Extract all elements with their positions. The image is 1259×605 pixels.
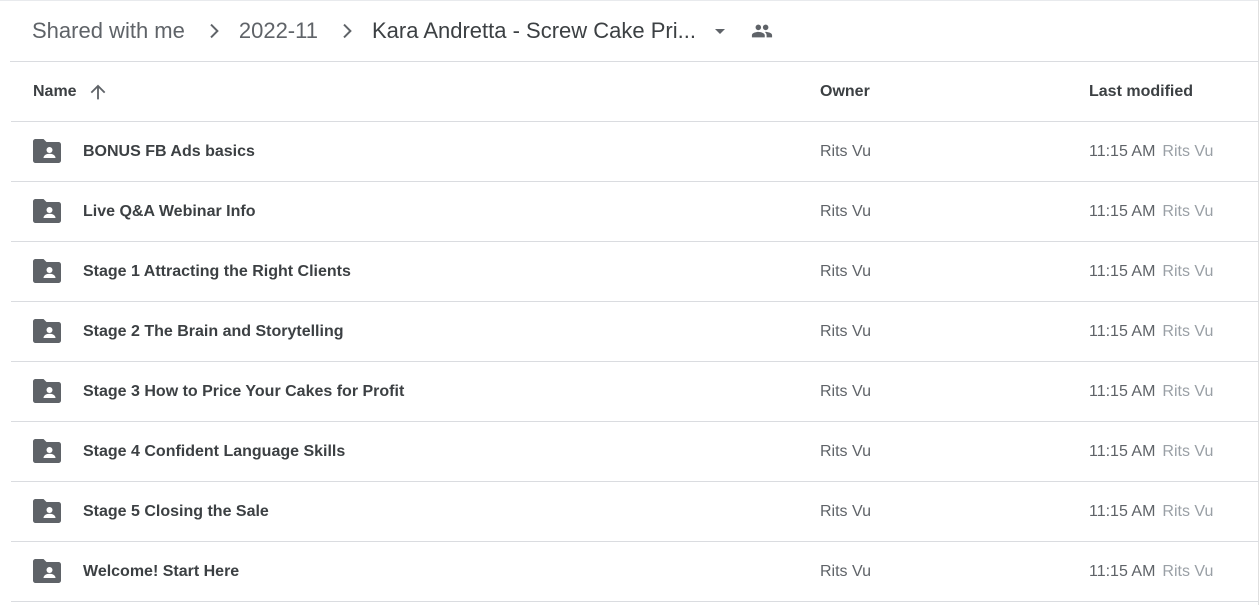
modified-by: Rits Vu	[1162, 142, 1214, 160]
file-owner: Rits Vu	[820, 442, 871, 460]
shared-folder-icon	[33, 559, 61, 583]
file-name: Stage 1 Attracting the Right Clients	[83, 262, 351, 280]
chevron-right-icon	[334, 19, 358, 43]
modified-time: 11:15 AM	[1089, 322, 1156, 340]
modified-by: Rits Vu	[1162, 262, 1214, 280]
file-name: Stage 2 The Brain and Storytelling	[83, 322, 344, 340]
modified-by: Rits Vu	[1162, 322, 1214, 340]
table-row[interactable]: Stage 4 Confident Language Skills Rits V…	[11, 422, 1259, 482]
table-row[interactable]: Stage 2 The Brain and Storytelling Rits …	[11, 302, 1259, 362]
modified-time: 11:15 AM	[1089, 202, 1156, 220]
shared-folder-icon	[33, 199, 61, 223]
modified-time: 11:15 AM	[1089, 562, 1156, 580]
shared-folder-icon	[33, 139, 61, 163]
file-owner: Rits Vu	[820, 502, 871, 520]
modified-time: 11:15 AM	[1089, 262, 1156, 280]
file-name: Stage 3 How to Price Your Cakes for Prof…	[83, 382, 405, 400]
file-last-modified: 11:15 AM Rits Vu	[1089, 182, 1213, 241]
arrow-drop-down-icon[interactable]	[706, 17, 734, 45]
shared-folder-icon	[33, 379, 61, 403]
table-row[interactable]: Stage 3 How to Price Your Cakes for Prof…	[11, 362, 1259, 422]
shared-folder-icon	[33, 499, 61, 523]
file-owner: Rits Vu	[820, 202, 871, 220]
column-header-last-modified[interactable]: Last modified	[1089, 62, 1193, 121]
file-last-modified: 11:15 AM Rits Vu	[1089, 302, 1213, 361]
file-last-modified: 11:15 AM Rits Vu	[1089, 422, 1213, 481]
modified-by: Rits Vu	[1162, 562, 1214, 580]
shared-folder-icon	[33, 439, 61, 463]
top-border	[0, 0, 1259, 1]
breadcrumb-item-2022-11[interactable]: 2022-11	[239, 14, 318, 48]
file-name: BONUS FB Ads basics	[83, 142, 255, 160]
file-owner: Rits Vu	[820, 562, 871, 580]
table-header: Name Owner Last modified	[11, 62, 1259, 122]
breadcrumb: Shared with me 2022-11 Kara Andretta - S…	[32, 14, 778, 48]
table-row[interactable]: Welcome! Start Here Rits Vu 11:15 AM Rit…	[11, 542, 1259, 602]
file-last-modified: 11:15 AM Rits Vu	[1089, 122, 1213, 181]
table-row[interactable]: BONUS FB Ads basics Rits Vu 11:15 AM Rit…	[11, 122, 1259, 182]
file-owner: Rits Vu	[820, 142, 871, 160]
modified-by: Rits Vu	[1162, 442, 1214, 460]
file-name: Stage 4 Confident Language Skills	[83, 442, 346, 460]
people-icon[interactable]	[746, 15, 778, 47]
shared-folder-icon	[33, 259, 61, 283]
file-last-modified: 11:15 AM Rits Vu	[1089, 362, 1213, 421]
modified-time: 11:15 AM	[1089, 502, 1156, 520]
file-owner: Rits Vu	[820, 262, 871, 280]
column-header-owner[interactable]: Owner	[820, 62, 870, 121]
breadcrumb-item-shared-with-me[interactable]: Shared with me	[32, 14, 185, 48]
file-last-modified: 11:15 AM Rits Vu	[1089, 482, 1213, 541]
file-owner: Rits Vu	[820, 382, 871, 400]
chevron-right-icon	[201, 19, 225, 43]
table-row[interactable]: Stage 5 Closing the Sale Rits Vu 11:15 A…	[11, 482, 1259, 542]
shared-folder-icon	[33, 319, 61, 343]
modified-time: 11:15 AM	[1089, 442, 1156, 460]
modified-by: Rits Vu	[1162, 382, 1214, 400]
file-name: Welcome! Start Here	[83, 562, 240, 580]
column-header-name[interactable]: Name	[33, 62, 109, 121]
table-row[interactable]: Live Q&A Webinar Info Rits Vu 11:15 AM R…	[11, 182, 1259, 242]
file-last-modified: 11:15 AM Rits Vu	[1089, 542, 1213, 601]
arrow-upward-icon[interactable]	[87, 81, 109, 103]
breadcrumb-item-current-folder[interactable]: Kara Andretta - Screw Cake Pri...	[372, 14, 696, 48]
modified-by: Rits Vu	[1162, 502, 1214, 520]
file-owner: Rits Vu	[820, 322, 871, 340]
modified-by: Rits Vu	[1162, 202, 1214, 220]
modified-time: 11:15 AM	[1089, 142, 1156, 160]
file-list: Name Owner Last modified BONUS FB Ads ba…	[11, 62, 1259, 602]
file-last-modified: 11:15 AM Rits Vu	[1089, 242, 1213, 301]
table-row[interactable]: Stage 1 Attracting the Right Clients Rit…	[11, 242, 1259, 302]
column-header-name-label: Name	[33, 82, 77, 100]
file-name: Stage 5 Closing the Sale	[83, 502, 269, 520]
file-name: Live Q&A Webinar Info	[83, 202, 256, 220]
modified-time: 11:15 AM	[1089, 382, 1156, 400]
